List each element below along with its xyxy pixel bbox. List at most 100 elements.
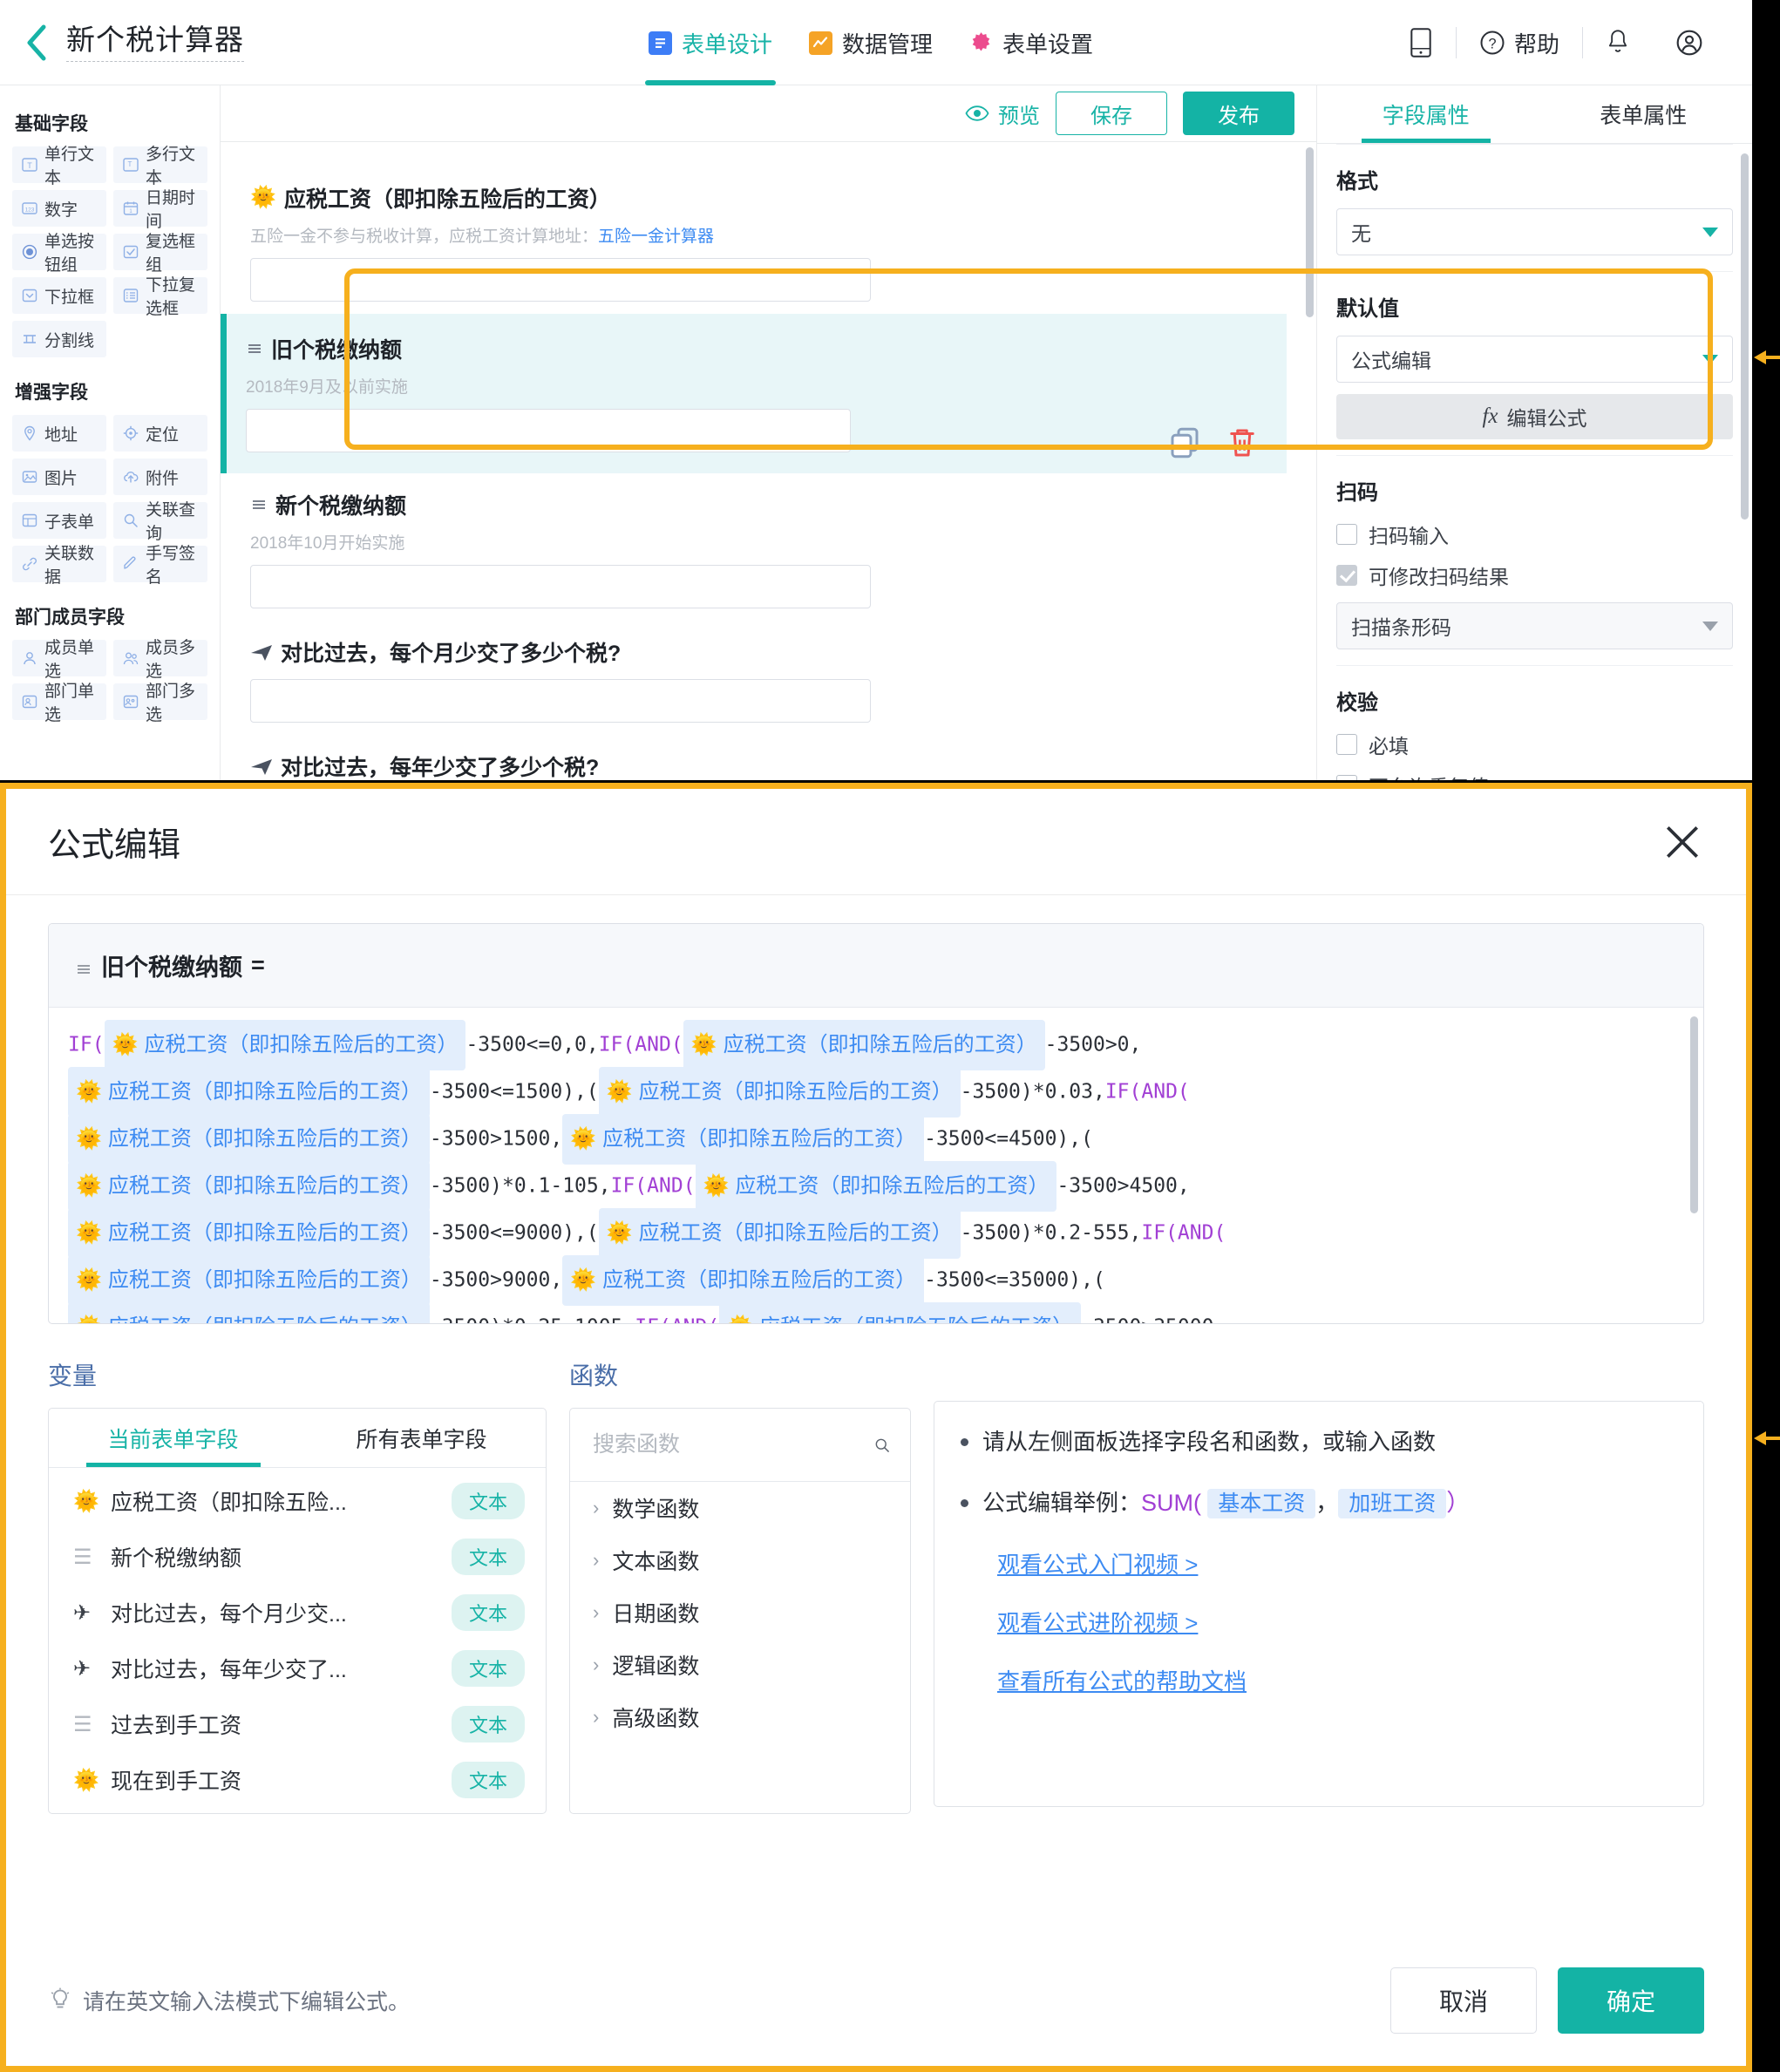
tab-form-design[interactable]: 表单设计	[645, 0, 777, 85]
sidebar-item-radio-group[interactable]: 单选按钮组	[12, 233, 106, 275]
sidebar-item-multi-line-text[interactable]: T 多行文本	[113, 146, 207, 187]
formula-variable-chip[interactable]: 🌞应税工资（即扣除五险后的工资）	[68, 1302, 430, 1323]
formula-variable-chip[interactable]: 🌞应税工资（即扣除五险后的工资）	[598, 1208, 961, 1259]
formula-variable-chip[interactable]: 🌞应税工资（即扣除五险后的工资）	[562, 1114, 925, 1165]
confirm-button[interactable]: 确定	[1558, 1967, 1704, 2034]
sidebar-item-single-line-text[interactable]: T 单行文本	[12, 146, 106, 187]
checkbox-editable-scan-result[interactable]: 可修改扫码结果	[1336, 560, 1733, 590]
checkbox-no-duplicate[interactable]: 不允许重复值	[1336, 771, 1733, 780]
properties-scrollbar[interactable]	[1741, 153, 1749, 520]
tab-form-settings[interactable]: 表单设置	[966, 0, 1097, 85]
sidebar-item-linked-data[interactable]: 关联数据	[12, 545, 106, 587]
formula-variable-chip[interactable]: 🌞应税工资（即扣除五险后的工资）	[68, 1255, 430, 1306]
sidebar-item-divider[interactable]: 分割线	[12, 321, 106, 357]
notifications-button[interactable]	[1583, 29, 1653, 57]
edit-formula-button[interactable]: fx 编辑公式	[1336, 394, 1733, 440]
sidebar-item-attachment[interactable]: 附件	[113, 459, 207, 495]
field-input[interactable]	[250, 679, 871, 724]
user-account-button[interactable]	[1653, 29, 1726, 57]
tab-form-properties[interactable]: 表单属性	[1535, 85, 1753, 143]
link-advanced-video[interactable]: 观看公式进阶视频 >	[997, 1606, 1677, 1638]
tab-all-form-fields[interactable]: 所有表单字段	[297, 1409, 546, 1467]
formula-variable-chip[interactable]: 🌞应税工资（即扣除五险后的工资）	[68, 1114, 430, 1165]
form-field-new-tax[interactable]: 新个税缴纳额 2018年10月开始实施	[250, 473, 1287, 621]
sidebar-item-dropdown[interactable]: 下拉框	[12, 277, 106, 314]
variable-list-item[interactable]: 🌞 现在到手工资 文本	[49, 1752, 546, 1808]
formula-code-area[interactable]: IF(🌞 应税工资（即扣除五险后的工资） -3500<=0,0,IF(AND(🌞 应税…	[49, 1008, 1703, 1323]
sidebar-item-subform[interactable]: 子表单	[12, 502, 106, 539]
variable-list-item[interactable]: ☰ 过去到手工资 文本	[49, 1696, 546, 1752]
sidebar-item-location[interactable]: 定位	[113, 415, 207, 452]
save-button[interactable]: 保存	[1056, 92, 1167, 136]
formula-editor[interactable]: 旧个税缴纳额 = IF(🌞 应税工资（即扣除五险后的工资） -3500<=0,0,I…	[48, 923, 1704, 1324]
close-button[interactable]	[1661, 820, 1704, 864]
variable-list-item[interactable]: ✈ 对比过去，每年少交了... 文本	[49, 1641, 546, 1696]
mobile-preview-button[interactable]	[1386, 27, 1456, 58]
sidebar-item-signature[interactable]: 手写签名	[113, 545, 207, 587]
formula-variable-chip[interactable]: 🌞应税工资（即扣除五险后的工资）	[695, 1161, 1057, 1212]
field-input[interactable]	[250, 565, 871, 609]
checkbox-scan-input[interactable]: 扫码输入	[1336, 520, 1733, 549]
sidebar-item-label: 数字	[44, 200, 78, 220]
form-scrollbar[interactable]	[1306, 147, 1314, 318]
sidebar-item-dropdown-multi[interactable]: 下拉复选框	[113, 276, 207, 318]
variables-list: 🌞 应税工资（即扣除五险... 文本 ☰ 新个税缴纳额 文本 ✈ 对比过去，每个月少交... 文…	[49, 1468, 546, 1813]
tab-field-properties[interactable]: 字段属性	[1317, 85, 1535, 143]
image-icon	[21, 468, 38, 486]
sidebar-item-checkbox-group[interactable]: 复选框组	[113, 233, 207, 275]
sidebar-item-number[interactable]: 123 数字	[12, 190, 106, 227]
link-help-doc[interactable]: 查看所有公式的帮助文档	[997, 1664, 1677, 1696]
app-title-wrap[interactable]: 新个税计算器	[66, 23, 244, 62]
variable-list-item[interactable]: ✈ 对比过去，每个月少交... 文本	[49, 1585, 546, 1641]
function-category-item[interactable]: › 高级函数	[570, 1691, 910, 1743]
sidebar-item-dept-single[interactable]: 部门单选	[12, 683, 106, 724]
formula-variable-chip[interactable]: 🌞应税工资（即扣除五险后的工资）	[68, 1161, 430, 1212]
form-field-monthly-saving[interactable]: 对比过去，每个月少交了多少个税?	[250, 621, 1287, 735]
search-icon[interactable]	[873, 1432, 891, 1458]
sidebar-item-member-multi[interactable]: 成员多选	[113, 639, 207, 681]
field-input[interactable]	[246, 409, 851, 453]
function-category-item[interactable]: › 数学函数	[570, 1482, 910, 1534]
form-field-old-tax[interactable]: 旧个税缴纳额 2018年9月及以前实施	[221, 314, 1287, 474]
default-value-select[interactable]: 公式编辑	[1336, 336, 1733, 384]
form-field-yearly-saving[interactable]: 对比过去，每年少交了多少个税?	[250, 735, 1287, 780]
formula-scrollbar[interactable]	[1690, 1016, 1698, 1213]
publish-button[interactable]: 发布	[1183, 92, 1294, 136]
formula-variable-chip[interactable]: 🌞应税工资（即扣除五险后的工资）	[562, 1255, 925, 1306]
variable-list-item[interactable]: 🌞 应税工资（即扣除五险... 文本	[49, 1473, 546, 1529]
formula-variable-chip[interactable]: 🌞应税工资（即扣除五险后的工资）	[104, 1020, 466, 1070]
function-category-item[interactable]: › 逻辑函数	[570, 1639, 910, 1691]
form-field-taxable-salary[interactable]: 🌞 应税工资（即扣除五险后的工资） 五险一金不参与税收计算，应税工资计算地址：五…	[250, 166, 1287, 314]
sidebar-item-address[interactable]: 地址	[12, 415, 106, 452]
formula-variable-chip[interactable]: 🌞应税工资（即扣除五险后的工资）	[683, 1020, 1045, 1070]
sidebar-item-linked-query[interactable]: 关联查询	[113, 501, 207, 543]
formula-variable-chip[interactable]: 🌞应税工资（即扣除五险后的工资）	[68, 1067, 430, 1118]
copy-icon[interactable]	[1166, 425, 1203, 461]
tab-data-manage[interactable]: 数据管理	[805, 0, 936, 85]
multi-line-text-icon: T	[122, 156, 139, 173]
formula-variable-chip[interactable]: 🌞应税工资（即扣除五险后的工资）	[598, 1067, 961, 1118]
field-input[interactable]	[250, 258, 871, 302]
sidebar-item-member-single[interactable]: 成员单选	[12, 639, 106, 681]
checkbox-required[interactable]: 必填	[1336, 730, 1733, 759]
link-intro-video[interactable]: 观看公式入门视频 >	[997, 1547, 1677, 1579]
tab-current-form-fields[interactable]: 当前表单字段	[49, 1409, 297, 1467]
sidebar-item-datetime[interactable]: 1 日期时间	[113, 189, 207, 231]
sidebar-item-dept-multi[interactable]: 部门多选	[113, 683, 207, 724]
cancel-button[interactable]: 取消	[1390, 1967, 1537, 2034]
scan-type-select[interactable]: 扫描条形码	[1336, 602, 1733, 650]
preview-button[interactable]: 预览	[965, 99, 1040, 129]
field-description-link[interactable]: 五险一金计算器	[598, 228, 714, 246]
sidebar-item-image[interactable]: 图片	[12, 459, 106, 495]
back-button[interactable]	[19, 23, 54, 63]
function-category-item[interactable]: › 日期函数	[570, 1586, 910, 1639]
variable-list-item[interactable]: ☰ 新个税缴纳额 文本	[49, 1529, 546, 1585]
formula-variable-chip[interactable]: 🌞应税工资（即扣除五险后的工资）	[68, 1208, 430, 1259]
help-button[interactable]: ? 帮助	[1457, 27, 1582, 59]
function-category-item[interactable]: › 文本函数	[570, 1534, 910, 1586]
formula-variable-chip[interactable]: 🌞应税工资（即扣除五险后的工资）	[719, 1302, 1082, 1323]
format-select[interactable]: 无	[1336, 208, 1733, 256]
sidebar-item-label: 下拉框	[44, 288, 95, 307]
search-input[interactable]	[593, 1432, 873, 1457]
delete-icon[interactable]	[1224, 425, 1260, 461]
